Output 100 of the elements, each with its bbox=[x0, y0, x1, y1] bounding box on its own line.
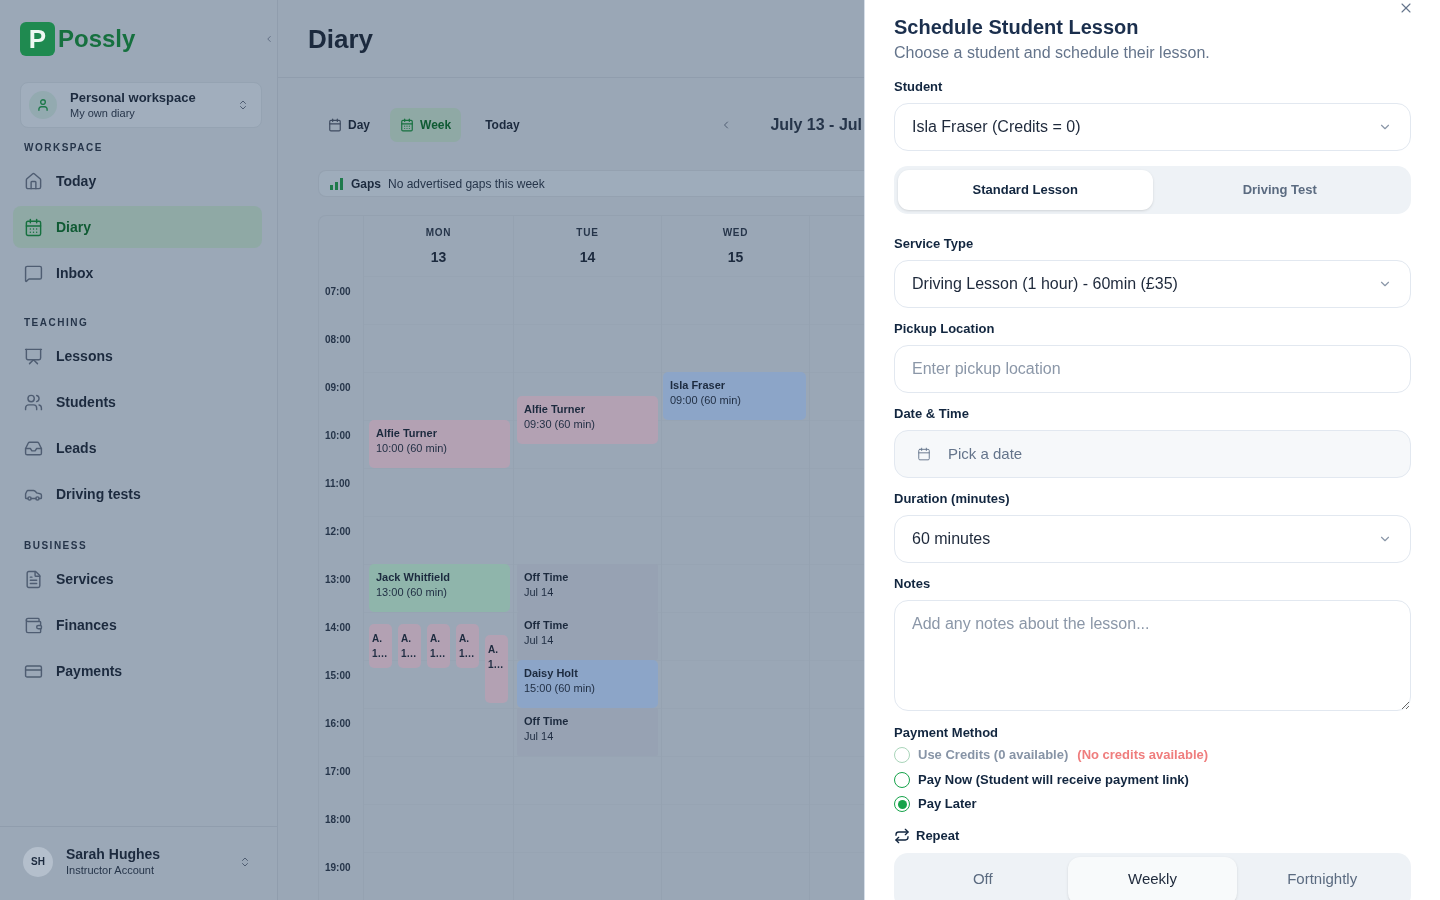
repeat-icon bbox=[894, 828, 910, 844]
event-title: Isla Fraser bbox=[670, 378, 727, 393]
event-time: 09:00 (60 min) bbox=[670, 393, 742, 408]
sidebar-item[interactable]: Diary bbox=[13, 206, 262, 248]
dialog-title: Schedule Student Lesson bbox=[894, 15, 1140, 40]
workspace-subtitle: My own diary bbox=[70, 106, 136, 120]
lesson-event[interactable]: A. 1… bbox=[456, 624, 479, 668]
user-role: Instructor Account bbox=[66, 863, 156, 877]
radio-label: Pay Now (Student will receive payment link) bbox=[918, 771, 1189, 790]
service-type-select[interactable]: Driving Lesson (1 hour) - 60min (£35) bbox=[894, 260, 1411, 308]
sidebar-item[interactable]: Inbox bbox=[13, 252, 262, 294]
page-title: Diary bbox=[308, 25, 374, 52]
lesson-event[interactable]: A. 1… bbox=[369, 624, 392, 668]
event-time: 1… bbox=[430, 647, 447, 661]
chevron-up-down-icon bbox=[237, 98, 249, 112]
date-picker-button[interactable]: Pick a date bbox=[894, 430, 1411, 478]
student-select[interactable]: Isla Fraser (Credits = 0) bbox=[894, 103, 1411, 151]
workspace-switcher[interactable]: Personal workspace My own diary bbox=[20, 82, 262, 128]
event-time: 1… bbox=[488, 658, 505, 672]
radio-label: Use Credits (0 available) bbox=[918, 746, 1069, 765]
workspace-title: Personal workspace bbox=[70, 90, 197, 106]
lesson-event[interactable]: Isla Fraser 09:00 (60 min) bbox=[663, 372, 806, 420]
lesson-type-tab[interactable]: Driving Test bbox=[1152, 170, 1407, 210]
lesson-event[interactable]: Alfie Turner 10:00 (60 min) bbox=[369, 420, 510, 468]
wallet-icon bbox=[24, 615, 43, 635]
bar-chart-icon bbox=[330, 177, 344, 190]
event-title: Daisy Holt bbox=[524, 666, 579, 681]
radio-label: Pay Later bbox=[918, 795, 977, 814]
day-number: 13 bbox=[430, 249, 447, 265]
hour-label: 18:00 bbox=[325, 814, 351, 825]
user-avatar-icon bbox=[29, 91, 57, 119]
event-title: Jack Whitfield bbox=[376, 570, 451, 585]
event-title: Alfie Turner bbox=[524, 402, 586, 417]
presentation-board-icon bbox=[24, 346, 43, 366]
view-tab[interactable]: Day bbox=[320, 108, 378, 142]
hour-label: 15:00 bbox=[325, 670, 351, 681]
calendar-icon bbox=[917, 447, 931, 461]
event-time: 10:00 (60 min) bbox=[376, 441, 448, 456]
repeat-option[interactable]: Off bbox=[898, 857, 1068, 900]
lesson-event[interactable]: A. 1… bbox=[485, 635, 508, 703]
repeat-label: Repeat bbox=[916, 827, 960, 846]
weekday-label: MON bbox=[425, 226, 452, 240]
event-time: 1… bbox=[401, 647, 418, 661]
event-title: A. bbox=[488, 643, 499, 657]
event-title: A. bbox=[372, 632, 383, 646]
field-label: Payment Method bbox=[894, 724, 999, 742]
logo-mark: P bbox=[20, 22, 55, 56]
sidebar-item[interactable]: Lessons bbox=[13, 335, 262, 377]
sidebar-item[interactable]: Services bbox=[13, 558, 262, 600]
off-time-block[interactable]: Off Time Jul 14 bbox=[517, 564, 658, 612]
sidebar-item[interactable]: Payments bbox=[13, 650, 262, 692]
hour-label: 19:00 bbox=[325, 862, 351, 873]
duration-select[interactable]: 60 minutes bbox=[894, 515, 1411, 563]
section-heading: TEACHING bbox=[24, 317, 90, 329]
gaps-message: No advertised gaps this week bbox=[388, 175, 545, 193]
repeat-option[interactable]: Fortnightly bbox=[1237, 857, 1407, 900]
hour-label: 17:00 bbox=[325, 766, 351, 777]
lesson-event[interactable]: Daisy Holt 15:00 (60 min) bbox=[517, 660, 658, 708]
sidebar-item[interactable]: Today bbox=[13, 160, 262, 202]
gaps-label: Gaps bbox=[351, 175, 381, 193]
dialog-subtitle: Choose a student and schedule their lesson. bbox=[894, 43, 1211, 63]
notes-textarea[interactable]: Add any notes about the lesson... bbox=[894, 600, 1411, 711]
off-time-block[interactable]: Off Time Jul 14 bbox=[517, 612, 658, 660]
lesson-event[interactable]: A. 1… bbox=[427, 624, 450, 668]
sidebar-item[interactable]: Finances bbox=[13, 604, 262, 646]
event-title: Off Time bbox=[524, 618, 570, 633]
weekday-label: TUE bbox=[576, 226, 599, 240]
field-label: Duration (minutes) bbox=[894, 490, 1011, 508]
lesson-event[interactable]: Alfie Turner 09:30 (60 min) bbox=[517, 396, 658, 444]
user-name: Sarah Hughes bbox=[66, 846, 162, 863]
off-time-block[interactable]: Off Time Jul 14 bbox=[517, 708, 658, 756]
document-icon bbox=[24, 569, 43, 589]
today-button[interactable]: Today bbox=[477, 108, 528, 142]
event-title: A. bbox=[459, 632, 470, 646]
warning-text: (No credits available) bbox=[1077, 746, 1209, 765]
repeat-option[interactable]: Weekly bbox=[1067, 857, 1238, 900]
event-time: 1… bbox=[372, 647, 389, 661]
section-heading: BUSINESS bbox=[24, 540, 89, 552]
calendar-icon bbox=[400, 118, 414, 132]
pickup-location-input[interactable]: Enter pickup location bbox=[894, 345, 1411, 393]
home-icon bbox=[24, 171, 43, 191]
hour-label: 09:00 bbox=[325, 382, 351, 393]
lesson-event[interactable]: Jack Whitfield 13:00 (60 min) bbox=[369, 564, 510, 612]
user-avatar: SH bbox=[23, 846, 53, 877]
event-time: 09:30 (60 min) bbox=[524, 417, 596, 432]
view-tab[interactable]: Week bbox=[390, 108, 462, 142]
lesson-event[interactable]: A. 1… bbox=[398, 624, 421, 668]
sidebar-item[interactable]: Leads bbox=[13, 427, 262, 469]
event-time: 15:00 (60 min) bbox=[524, 681, 596, 696]
field-label: Service Type bbox=[894, 235, 975, 253]
lesson-type-tab[interactable]: Standard Lesson bbox=[898, 170, 1153, 210]
day-number: 14 bbox=[579, 249, 596, 265]
date-range: July 13 - Jul bbox=[770, 115, 862, 135]
event-title: Off Time bbox=[524, 570, 570, 585]
sidebar-item[interactable]: Students bbox=[13, 381, 262, 423]
event-title: Alfie Turner bbox=[376, 426, 438, 441]
sidebar-item[interactable]: Driving tests bbox=[13, 473, 262, 515]
inbox-tray-icon bbox=[24, 438, 43, 458]
event-title: A. bbox=[401, 632, 412, 646]
calendar-icon bbox=[328, 118, 342, 132]
